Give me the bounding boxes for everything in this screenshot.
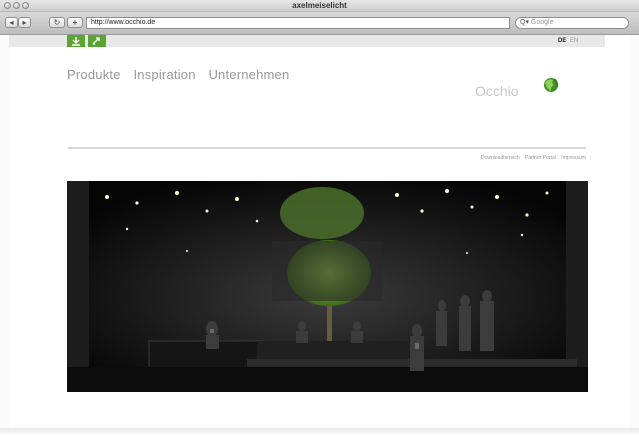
- search-placeholder: Google: [530, 19, 554, 26]
- window-bottom-edge: [0, 428, 639, 436]
- logo-text[interactable]: Occhio: [475, 83, 519, 99]
- download-icon[interactable]: [67, 35, 85, 47]
- browser-toolbar: ◂ ▸ ↻ + http://www.occhio.de Q▾ Google: [0, 12, 639, 35]
- add-bookmark-button[interactable]: +: [67, 17, 83, 28]
- language-de[interactable]: DE: [558, 37, 566, 45]
- search-field[interactable]: Q▾ Google: [515, 17, 629, 29]
- search-icon: Q▾: [520, 19, 531, 26]
- nav-item-inspiration[interactable]: Inspiration: [133, 67, 195, 82]
- title-bar: axelmeiselicht: [0, 0, 639, 12]
- link-partner-portal[interactable]: Partner Portal: [525, 155, 556, 161]
- address-bar[interactable]: http://www.occhio.de: [86, 17, 510, 29]
- back-button[interactable]: ◂: [5, 17, 18, 28]
- share-icon[interactable]: [88, 35, 106, 47]
- web-page: DE EN Produkte Inspiration Unternehmen O…: [9, 35, 629, 427]
- language-bar: DE EN: [9, 35, 605, 47]
- reload-button[interactable]: ↻: [49, 17, 65, 28]
- browser-window: axelmeiselicht ◂ ▸ ↻ + http://www.occhio…: [0, 0, 639, 436]
- url-text: http://www.occhio.de: [91, 19, 156, 26]
- forward-button[interactable]: ▸: [18, 17, 31, 28]
- showroom-photo: [67, 181, 588, 392]
- language-en[interactable]: EN: [570, 37, 578, 45]
- nav-item-produkte[interactable]: Produkte: [67, 67, 121, 82]
- utility-links: Downloadbereich Partner Portal Impressum: [477, 155, 586, 161]
- link-downloadbereich[interactable]: Downloadbereich: [481, 155, 520, 161]
- main-navigation: Produkte Inspiration Unternehmen: [67, 67, 298, 82]
- window-title: axelmeiselicht: [292, 1, 347, 10]
- occhio-logo-icon[interactable]: [541, 75, 561, 95]
- link-impressum[interactable]: Impressum: [561, 155, 586, 161]
- header-divider: [68, 147, 586, 149]
- nav-item-unternehmen[interactable]: Unternehmen: [208, 67, 289, 82]
